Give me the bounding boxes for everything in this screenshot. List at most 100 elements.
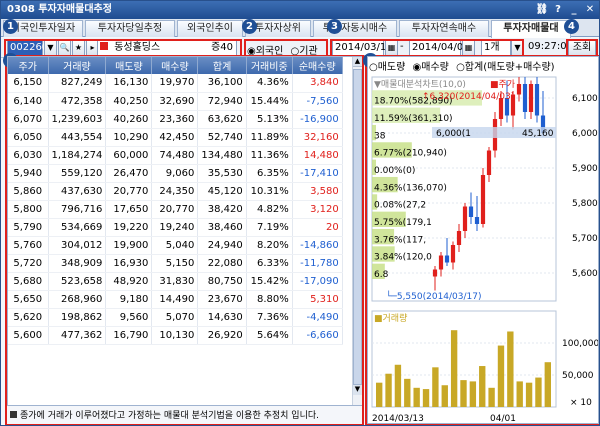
candle-body — [534, 84, 540, 116]
current-value-label: 45,160 — [522, 129, 554, 139]
table-body: 6,150 827,249 16,130 19,970 36,100 4.36% 3,840… — [8, 74, 343, 345]
table-cell: -14,860 — [292, 236, 343, 255]
tab-foreign-trend[interactable]: 외국인추이 — [177, 20, 243, 37]
tab-investor-today[interactable]: 투자자당일추정 — [85, 20, 175, 37]
candle-body — [522, 84, 528, 112]
table-cell: 48,920 — [105, 272, 153, 291]
column-header[interactable]: 거래량 — [48, 57, 107, 74]
table-cell: 31,830 — [151, 272, 199, 291]
table-cell: 23,670 — [197, 290, 247, 309]
volume-bar — [479, 366, 486, 407]
volume-title: ■거래량 — [374, 312, 407, 324]
volume-bar — [404, 378, 411, 407]
link-icon[interactable]: ⛓ — [535, 3, 549, 17]
table-cell: 10,290 — [105, 128, 153, 147]
radio-buy[interactable]: ◉매수량 — [413, 62, 449, 73]
scroll-down-icon[interactable]: ▼ — [353, 385, 362, 395]
table-row[interactable]: 5,940 559,120 26,470 9,060 35,530 6.35% -17,41… — [8, 164, 343, 183]
column-header[interactable]: 합계 — [197, 57, 247, 74]
profile-label: 0.08%(27,2 — [374, 201, 426, 211]
table-cell: 5,760 — [8, 236, 49, 255]
table-cell: 1,184,274 — [48, 146, 107, 165]
column-header[interactable]: 순매수량 — [292, 57, 343, 74]
tab-investor-simultaneous[interactable]: 투자자동시매수 — [313, 20, 397, 37]
table-cell: 74,480 — [151, 146, 199, 165]
volume-bar — [422, 389, 430, 407]
column-header[interactable]: 거래비중 — [246, 57, 293, 74]
chart-radio-group: ○매도량 ◉매수량 ○합계(매도량+매수량) — [369, 58, 555, 74]
volume-bar — [516, 381, 523, 407]
volume-bar — [376, 382, 383, 407]
table-cell: 9,180 — [105, 290, 153, 309]
table-cell: 6.33% — [246, 254, 293, 273]
table-cell: 198,862 — [48, 308, 107, 327]
table-row[interactable]: 5,680 523,658 48,920 31,830 80,750 15.42% -17,… — [8, 272, 343, 291]
table-cell: -7,560 — [292, 92, 343, 111]
table-cell: 5,940 — [8, 164, 49, 183]
tab-label: 외국인투자일자 — [10, 23, 76, 34]
table-cell: 134,480 — [197, 146, 247, 165]
column-header[interactable]: 매도량 — [105, 57, 153, 74]
table-cell: 16,930 — [105, 254, 153, 273]
table-header-row: 주가 거래량 매도량 매수량 합계 거래비중 순매수량 — [8, 57, 343, 74]
table-row[interactable]: 5,790 534,669 19,220 19,240 38,460 7.19% 20 — [8, 218, 343, 237]
table-cell: 304,012 — [48, 236, 107, 255]
supply-table-panel: 주가 거래량 매도량 매수량 합계 거래비중 순매수량 6,150 827,249 16,130… — [7, 56, 362, 406]
scroll-up-icon[interactable]: ▲ — [353, 57, 362, 67]
table-row[interactable]: 5,760 304,012 19,900 5,040 24,940 8.20% -14,86… — [8, 236, 343, 255]
annotation-badge-2: 2 — [242, 19, 257, 34]
table-cell: 3,580 — [292, 182, 343, 201]
table-row[interactable]: 5,600 477,362 16,790 10,130 26,920 5.64% -6,66… — [8, 326, 343, 345]
tab-bar: 외국인투자일자 투자자당일추정 외국인추이 투자자상위 투자자동시매수 투자자연… — [1, 19, 599, 38]
table-row[interactable]: 6,050 443,554 10,290 42,450 52,740 11.89% 32,1… — [8, 128, 343, 147]
supply-chart: 6,1006,0005,9005,8005,7005,60018.70%(582… — [371, 76, 598, 423]
radio-total[interactable]: ○합계(매도량+매수량) — [456, 62, 555, 73]
table-cell: 5,680 — [8, 272, 49, 291]
table-row[interactable]: 6,150 827,249 16,130 19,970 36,100 4.36% 3,840 — [8, 74, 343, 93]
table-row[interactable]: 5,720 348,909 16,930 5,150 22,080 6.33% -11,78… — [8, 254, 343, 273]
volume-bar — [460, 380, 467, 407]
tab-investor-supply[interactable]: 투자자매물대 — [491, 20, 571, 38]
volume-unit-label: × 10 — [570, 398, 592, 408]
table-row[interactable]: 5,800 796,716 17,650 20,770 38,420 4.82% 3,120 — [8, 200, 343, 219]
table-cell: 796,716 — [48, 200, 107, 219]
table-row[interactable]: 6,070 1,239,603 40,260 23,360 63,620 5.13% -16… — [8, 110, 343, 129]
table-row[interactable]: 5,650 268,960 9,180 14,490 23,670 8.80% 5,310 — [8, 290, 343, 309]
table-row[interactable]: 5,860 437,630 20,770 24,350 45,120 10.31% 3,58… — [8, 182, 343, 201]
volume-bar — [497, 345, 505, 407]
table-cell: 14,630 — [197, 308, 247, 327]
candle-body — [438, 255, 444, 270]
table-cell: 19,240 — [151, 218, 199, 237]
table-cell: 63,620 — [197, 110, 247, 129]
table-cell: -16,900 — [292, 110, 343, 129]
help-icon[interactable]: ? — [551, 3, 565, 17]
table-cell: 20 — [292, 218, 343, 237]
scroll-thumb[interactable] — [353, 69, 362, 385]
table-scrollbar[interactable]: ▲ ▼ — [352, 57, 362, 405]
max-price-label: ↑6,320(2014/04/03) — [422, 92, 514, 102]
app-window: 0308 투자자매물대추정 ⛓ ? _ ✕ 외국인투자일자 투자자당일추정 외국… — [0, 0, 600, 426]
candle-body — [432, 269, 438, 277]
radio-sell[interactable]: ○매도량 — [369, 62, 405, 73]
window-title: 0308 투자자매물대추정 — [7, 4, 112, 15]
table-cell: 523,658 — [48, 272, 107, 291]
table-row[interactable]: 6,030 1,184,274 60,000 74,480 134,480 11.36% 1… — [8, 146, 343, 165]
table-row[interactable]: 6,140 472,358 40,250 32,690 72,940 15.44% -7,5… — [8, 92, 343, 111]
annotation-badge-4: 4 — [564, 19, 579, 34]
column-header[interactable]: 매수량 — [151, 57, 199, 74]
column-header[interactable]: 주가 — [8, 57, 49, 74]
table-cell: 45,120 — [197, 182, 247, 201]
table-row[interactable]: 5,620 198,862 9,560 5,070 14,630 7.36% -4,490 — [8, 308, 343, 327]
close-icon[interactable]: ✕ — [583, 3, 597, 17]
title-bar: 0308 투자자매물대추정 ⛓ ? _ ✕ — [1, 1, 599, 19]
table-cell: 5,040 — [151, 236, 199, 255]
table-cell: 26,920 — [197, 326, 247, 345]
radio-buy-label: 매수량 — [421, 62, 449, 73]
table-cell: 42,450 — [151, 128, 199, 147]
table-cell: 6,150 — [8, 74, 49, 93]
annotation-badge-1: 1 — [3, 19, 18, 34]
volume-bar — [507, 331, 514, 407]
tab-investor-consecutive[interactable]: 투자자연속매수 — [399, 20, 489, 37]
table-cell: 5,800 — [8, 200, 49, 219]
minimize-icon[interactable]: _ — [567, 3, 581, 17]
